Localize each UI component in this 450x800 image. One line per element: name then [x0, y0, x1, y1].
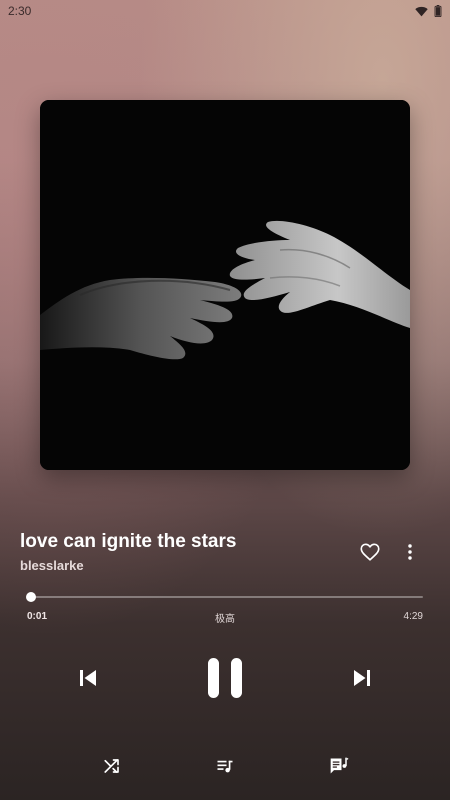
pause-button[interactable] — [203, 654, 247, 702]
audio-quality-label[interactable]: 极高 — [200, 610, 250, 625]
queue-button[interactable] — [214, 755, 236, 777]
time-elapsed: 0:01 — [27, 611, 48, 622]
album-art-image — [40, 100, 410, 470]
battery-icon — [434, 5, 442, 17]
heart-outline-icon — [360, 543, 380, 561]
more-options-button[interactable] — [399, 541, 421, 563]
progress-bar[interactable] — [31, 596, 423, 598]
like-button[interactable] — [359, 541, 381, 563]
skip-previous-button[interactable] — [74, 664, 102, 692]
album-art — [40, 100, 410, 470]
lyrics-icon — [330, 757, 349, 774]
skip-next-icon — [354, 670, 370, 686]
lyrics-button[interactable] — [327, 754, 351, 778]
wifi-icon — [415, 6, 428, 16]
time-total: 4:29 — [403, 611, 423, 622]
pause-icon — [208, 658, 242, 698]
status-bar: 2:30 — [0, 0, 450, 22]
shuffle-icon — [104, 759, 119, 773]
skip-previous-icon — [80, 670, 96, 686]
more-vertical-icon — [408, 544, 412, 560]
song-artist[interactable]: blesslarke — [20, 558, 84, 573]
queue-icon — [217, 760, 233, 773]
progress-thumb[interactable] — [26, 592, 36, 602]
skip-next-button[interactable] — [348, 664, 376, 692]
shuffle-button[interactable] — [101, 755, 123, 777]
status-time: 2:30 — [8, 4, 32, 18]
song-title: love can ignite the stars — [20, 531, 237, 552]
status-icons — [415, 5, 442, 17]
